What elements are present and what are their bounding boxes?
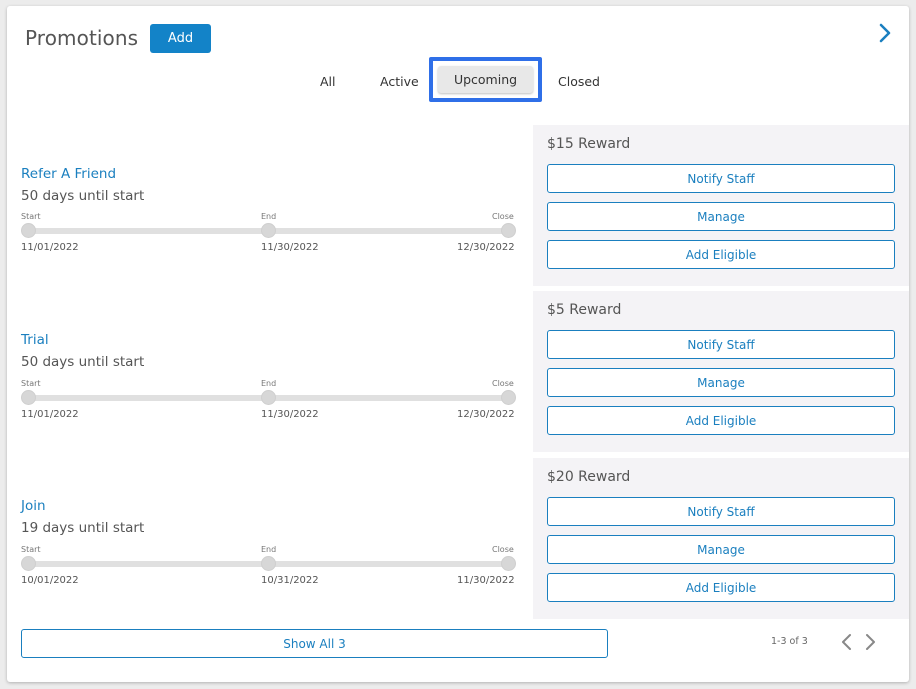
- promotion-card: Join 19 days until start Start End Close…: [7, 458, 909, 619]
- chevron-left-icon[interactable]: [839, 632, 853, 652]
- manage-button[interactable]: Manage: [547, 202, 895, 231]
- chevron-right-icon[interactable]: [876, 22, 894, 44]
- timeline-end-date: 11/30/2022: [261, 242, 319, 253]
- timeline-start-date: 10/01/2022: [21, 575, 79, 586]
- tab-active[interactable]: Active: [380, 74, 419, 89]
- tab-upcoming-highlight: Upcoming: [429, 57, 542, 102]
- timeline-end-dot: [261, 223, 276, 238]
- promotions-panel: Promotions Add All Active Upcoming Close…: [7, 6, 909, 682]
- timeline-end-dot: [261, 390, 276, 405]
- notify-staff-button[interactable]: Notify Staff: [547, 164, 895, 193]
- page-title: Promotions: [25, 26, 139, 50]
- reward-amount: $20 Reward: [547, 469, 631, 485]
- add-eligible-button[interactable]: Add Eligible: [547, 406, 895, 435]
- timeline-start-label: Start: [21, 545, 41, 554]
- timeline-close-dot: [501, 556, 516, 571]
- tab-closed[interactable]: Closed: [558, 74, 600, 89]
- promotion-days-until-start: 19 days until start: [21, 520, 145, 536]
- timeline-start-date: 11/01/2022: [21, 242, 79, 253]
- timeline-start-date: 11/01/2022: [21, 409, 79, 420]
- timeline-close-label: Close: [492, 212, 514, 221]
- add-eligible-button[interactable]: Add Eligible: [547, 573, 895, 602]
- promotion-name[interactable]: Trial: [21, 332, 49, 348]
- reward-panel: $5 Reward Notify Staff Manage Add Eligib…: [533, 291, 909, 452]
- timeline-end-date: 11/30/2022: [261, 409, 319, 420]
- timeline-close-date: 11/30/2022: [457, 575, 515, 586]
- show-all-button[interactable]: Show All 3: [21, 629, 608, 658]
- tab-upcoming[interactable]: Upcoming: [438, 66, 533, 93]
- reward-amount: $5 Reward: [547, 302, 622, 318]
- add-promotion-button[interactable]: Add: [150, 24, 211, 53]
- reward-panel: $20 Reward Notify Staff Manage Add Eligi…: [533, 458, 909, 619]
- timeline-end-dot: [261, 556, 276, 571]
- timeline-end-label: End: [261, 545, 277, 554]
- reward-amount: $15 Reward: [547, 136, 631, 152]
- timeline-close-label: Close: [492, 545, 514, 554]
- timeline-close-date: 12/30/2022: [457, 409, 515, 420]
- timeline-end-date: 10/31/2022: [261, 575, 319, 586]
- tab-all[interactable]: All: [320, 74, 336, 89]
- notify-staff-button[interactable]: Notify Staff: [547, 497, 895, 526]
- timeline-start-label: Start: [21, 212, 41, 221]
- timeline-close-label: Close: [492, 379, 514, 388]
- timeline-end-label: End: [261, 212, 277, 221]
- chevron-right-icon[interactable]: [864, 632, 878, 652]
- promotion-name[interactable]: Refer A Friend: [21, 166, 116, 182]
- timeline-start-label: Start: [21, 379, 41, 388]
- promotion-days-until-start: 50 days until start: [21, 354, 145, 370]
- promotion-card: Trial 50 days until start Start End Clos…: [7, 291, 909, 452]
- timeline-start-dot: [21, 556, 36, 571]
- timeline-end-label: End: [261, 379, 277, 388]
- promotion-days-until-start: 50 days until start: [21, 188, 145, 204]
- reward-panel: $15 Reward Notify Staff Manage Add Eligi…: [533, 125, 909, 286]
- timeline-close-dot: [501, 223, 516, 238]
- manage-button[interactable]: Manage: [547, 368, 895, 397]
- timeline-close-dot: [501, 390, 516, 405]
- pagination-info: 1-3 of 3: [771, 636, 808, 647]
- add-eligible-button[interactable]: Add Eligible: [547, 240, 895, 269]
- timeline-start-dot: [21, 223, 36, 238]
- manage-button[interactable]: Manage: [547, 535, 895, 564]
- promotion-card: Refer A Friend 50 days until start Start…: [7, 125, 909, 286]
- notify-staff-button[interactable]: Notify Staff: [547, 330, 895, 359]
- timeline-start-dot: [21, 390, 36, 405]
- promotion-name[interactable]: Join: [21, 498, 46, 514]
- timeline-close-date: 12/30/2022: [457, 242, 515, 253]
